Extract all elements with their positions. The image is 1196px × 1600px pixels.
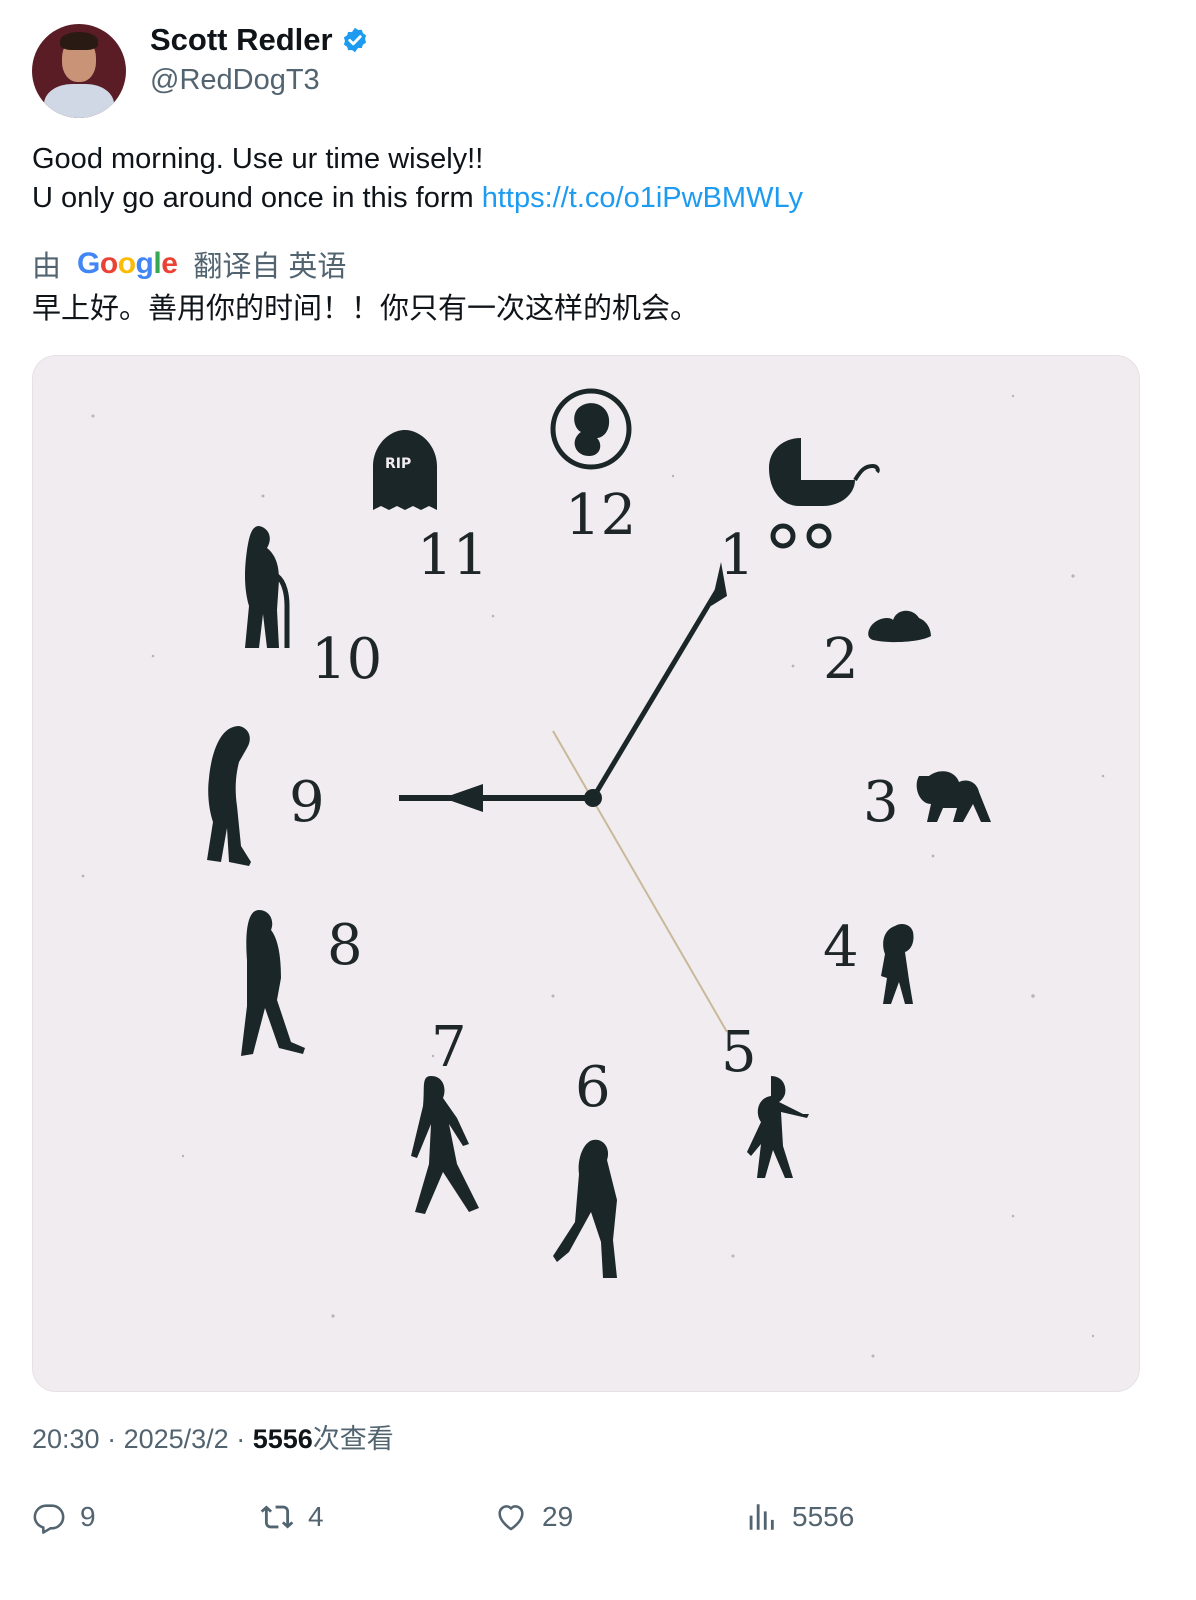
author-name[interactable]: Scott Redler bbox=[150, 22, 333, 58]
clock-number-2: 2 bbox=[823, 627, 859, 692]
stroller-icon bbox=[769, 438, 880, 549]
heart-icon bbox=[498, 1505, 524, 1531]
elder-with-cane-icon bbox=[245, 526, 290, 648]
view-count: 5556 bbox=[792, 1501, 855, 1532]
avatar-hair bbox=[60, 32, 98, 50]
clock-number-1: 1 bbox=[719, 523, 755, 588]
meta-sep-1: · bbox=[99, 1424, 124, 1454]
reply-count: 9 bbox=[80, 1501, 96, 1532]
clock-number-4: 4 bbox=[823, 915, 859, 980]
crawling-baby-icon bbox=[916, 771, 991, 822]
tweet-link[interactable]: https://t.co/o1iPwBMWLy bbox=[482, 182, 803, 214]
tweet-image-clock[interactable]: 12 1 2 3 4 5 6 7 8 9 10 11 RIP bbox=[32, 355, 1140, 1392]
tweet-line-1: Good morning. Use ur time wisely!! bbox=[32, 143, 484, 175]
fetus-icon bbox=[550, 388, 632, 470]
stooped-elder-icon bbox=[207, 726, 251, 866]
retweet-count: 4 bbox=[308, 1501, 324, 1532]
views-label: 次查看 bbox=[312, 1424, 394, 1454]
clock-number-3: 3 bbox=[863, 770, 899, 835]
clock-number-10: 10 bbox=[311, 627, 382, 692]
clock-number-6: 6 bbox=[575, 1055, 611, 1120]
meta-sep-2: · bbox=[228, 1424, 253, 1454]
life-clock-illustration: 12 1 2 3 4 5 6 7 8 9 10 11 RIP bbox=[81, 388, 1105, 1358]
tombstone-icon: RIP bbox=[373, 430, 437, 510]
tweet-line-2: U only go around once in this form https… bbox=[32, 179, 803, 218]
analytics-bar-icon bbox=[749, 1504, 774, 1530]
clock-number-9: 9 bbox=[289, 770, 325, 835]
like-button[interactable]: 29 bbox=[494, 1500, 573, 1534]
hour-hand-tip bbox=[443, 784, 483, 812]
clock-number-12: 12 bbox=[565, 483, 636, 548]
second-hand bbox=[552, 730, 728, 1033]
author-avatar[interactable] bbox=[32, 24, 126, 118]
clock-center-pin bbox=[584, 789, 602, 807]
author-name-row[interactable]: Scott Redler bbox=[150, 22, 369, 58]
translation-attribution: 由 Google 翻译自 英语 bbox=[32, 243, 346, 285]
action-bar: 9 4 29 5556 bbox=[0, 1500, 1196, 1544]
translation-by: 由 bbox=[32, 251, 62, 283]
minute-hand bbox=[590, 582, 724, 800]
verified-badge-icon bbox=[343, 27, 366, 53]
avatar-shirt bbox=[44, 84, 114, 118]
translation-from: 翻译自 英语 bbox=[193, 251, 347, 283]
clock-number-7: 7 bbox=[431, 1015, 467, 1080]
teen-walking-icon bbox=[553, 1139, 617, 1278]
translated-text: 早上好。善用你的时间！！你只有一次这样的机会。 bbox=[32, 293, 700, 325]
reply-button[interactable]: 9 bbox=[32, 1500, 96, 1534]
like-count: 29 bbox=[542, 1501, 574, 1532]
clock-number-8: 8 bbox=[327, 913, 363, 978]
clock-number-11: 11 bbox=[417, 523, 488, 588]
google-logo: Google bbox=[77, 247, 178, 280]
child-icon bbox=[747, 1076, 809, 1178]
clock-hands bbox=[399, 562, 728, 1033]
retweet-button[interactable]: 4 bbox=[260, 1500, 324, 1534]
views-count: 5556 bbox=[252, 1424, 313, 1454]
middle-aged-man-icon bbox=[241, 910, 305, 1056]
tombstone-label: RIP bbox=[385, 456, 411, 472]
views-button[interactable]: 5556 bbox=[744, 1500, 854, 1534]
tweet-line-2-text: U only go around once in this form bbox=[32, 182, 482, 214]
reply-icon bbox=[33, 1504, 65, 1534]
author-handle[interactable]: @RedDogT3 bbox=[150, 64, 320, 97]
adult-walking-icon bbox=[411, 1076, 479, 1214]
tweet-text: Good morning. Use ur time wisely!! U onl… bbox=[32, 140, 803, 218]
tweet-meta: 20:30 · 2025/3/2 · 5556次查看 bbox=[32, 1417, 394, 1456]
lying-baby-icon bbox=[868, 610, 931, 643]
toddler-icon bbox=[881, 924, 914, 1004]
retweet-icon bbox=[260, 1505, 294, 1529]
tweet-time[interactable]: 20:30 bbox=[32, 1424, 100, 1454]
tweet-date[interactable]: 2025/3/2 bbox=[124, 1424, 229, 1454]
